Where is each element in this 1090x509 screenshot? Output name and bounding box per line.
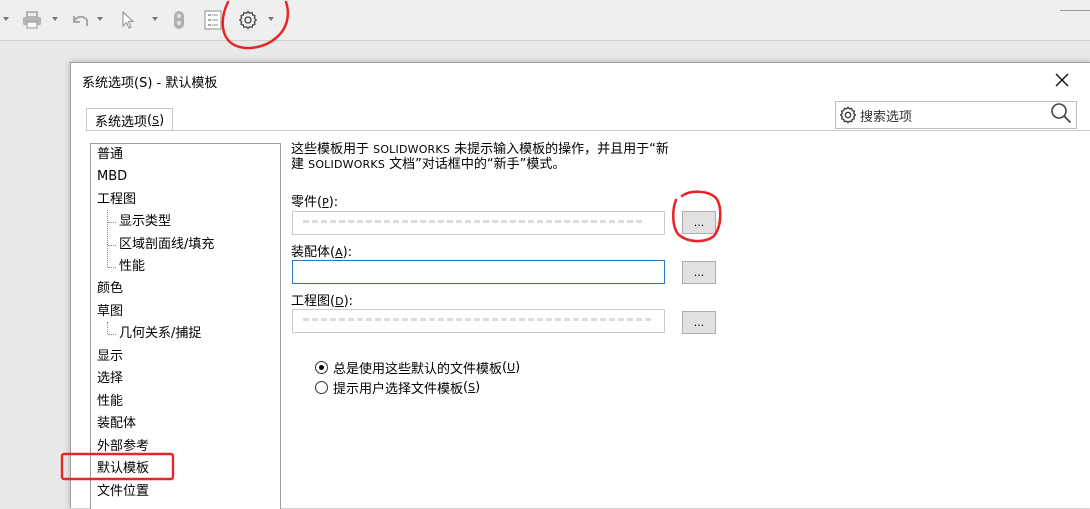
tree-item-external-references[interactable]: 外部参考	[97, 436, 149, 458]
system-options-dialog: 系统选项(S) - 默认模板 系统选项(S) 搜索选项 普通 MBD 工程图 显…	[70, 62, 1090, 509]
part-template-field[interactable]	[292, 211, 665, 235]
options-dropdown-icon[interactable]	[268, 17, 274, 21]
dropdown-arrow-icon[interactable]	[3, 17, 9, 21]
tree-item-drawing-performance[interactable]: 性能	[119, 256, 145, 278]
radio-always-use-defaults[interactable]: 总是使用这些默认的文件模板(U)	[315, 358, 520, 377]
tree-connector	[108, 334, 116, 335]
magnifier-icon[interactable]	[1050, 102, 1072, 128]
select-dropdown-icon[interactable]	[152, 17, 158, 21]
tree-connector	[107, 322, 108, 334]
toolbar-edge	[1060, 0, 1090, 11]
tree-item-relations-snaps[interactable]: 几何关系/捕捉	[119, 323, 201, 345]
search-input[interactable]: 搜索选项	[860, 106, 912, 125]
radio-button-checked[interactable]	[315, 360, 328, 374]
print-dropdown-icon[interactable]	[52, 17, 58, 21]
assembly-template-label: 装配体(A):	[291, 245, 353, 260]
tree-item-assemblies[interactable]: 装配体	[97, 413, 136, 435]
search-options-box[interactable]: 搜索选项	[835, 101, 1077, 129]
tree-item-default-templates[interactable]: 默认模板	[97, 458, 149, 480]
part-browse-button[interactable]: ...	[682, 211, 716, 234]
tree-connector	[107, 210, 108, 267]
dialog-title: 系统选项(S) - 默认模板	[82, 76, 218, 91]
templates-description: 这些模板用于 SOLIDWORKS 未提示输入模板的操作，并且用于“新 建 SO…	[291, 142, 669, 172]
drawing-template-label: 工程图(D):	[291, 294, 354, 309]
tab-mnemonic: S	[152, 113, 160, 127]
tree-item-selection[interactable]: 选择	[97, 368, 123, 390]
drawing-template-field[interactable]	[292, 309, 665, 333]
tree-connector	[108, 222, 116, 223]
traffic-light-icon[interactable]	[170, 10, 188, 30]
search-gear-icon	[839, 106, 857, 124]
redacted-path	[303, 220, 643, 223]
tree-item-file-locations[interactable]: 文件位置	[97, 481, 149, 503]
assembly-browse-button[interactable]: ...	[682, 261, 716, 284]
tree-item-colors[interactable]: 颜色	[97, 278, 123, 300]
tree-item-drawings[interactable]: 工程图	[97, 189, 136, 211]
drawing-browse-button[interactable]: ...	[682, 311, 716, 334]
tree-connector	[108, 267, 116, 268]
tree-item-area-hatch[interactable]: 区域剖面线/填充	[119, 234, 214, 256]
part-template-label: 零件(P):	[291, 195, 339, 210]
print-icon[interactable]	[20, 10, 44, 30]
options-tree[interactable]: 普通 MBD 工程图 显示类型 区域剖面线/填充 性能 颜色 草图 几何关系/捕…	[90, 143, 281, 509]
main-toolbar	[0, 0, 1090, 41]
options-gear-icon[interactable]	[236, 10, 260, 30]
tree-item-general[interactable]: 普通	[97, 144, 123, 166]
tree-item-sketch[interactable]: 草图	[97, 301, 123, 323]
radio-button-unchecked[interactable]	[315, 380, 328, 394]
tab-label: 系统选项	[95, 114, 148, 130]
tree-connector	[108, 245, 116, 246]
undo-dropdown-icon[interactable]	[97, 17, 103, 21]
tab-system-options[interactable]: 系统选项(S)	[86, 108, 174, 131]
tree-item-display-style[interactable]: 显示类型	[119, 211, 171, 233]
file-properties-icon[interactable]	[203, 10, 223, 30]
close-icon[interactable]	[1051, 69, 1073, 91]
tree-item-mbd[interactable]: MBD	[97, 166, 127, 188]
select-arrow-icon[interactable]	[118, 10, 138, 30]
tab-divider	[86, 130, 1090, 131]
tree-item-display[interactable]: 显示	[97, 346, 123, 368]
undo-icon[interactable]	[68, 10, 92, 30]
redacted-path	[303, 318, 653, 321]
tree-item-performance[interactable]: 性能	[97, 391, 123, 413]
radio-prompt-user[interactable]: 提示用户选择文件模板(S)	[315, 378, 480, 397]
assembly-template-field[interactable]	[292, 260, 665, 284]
